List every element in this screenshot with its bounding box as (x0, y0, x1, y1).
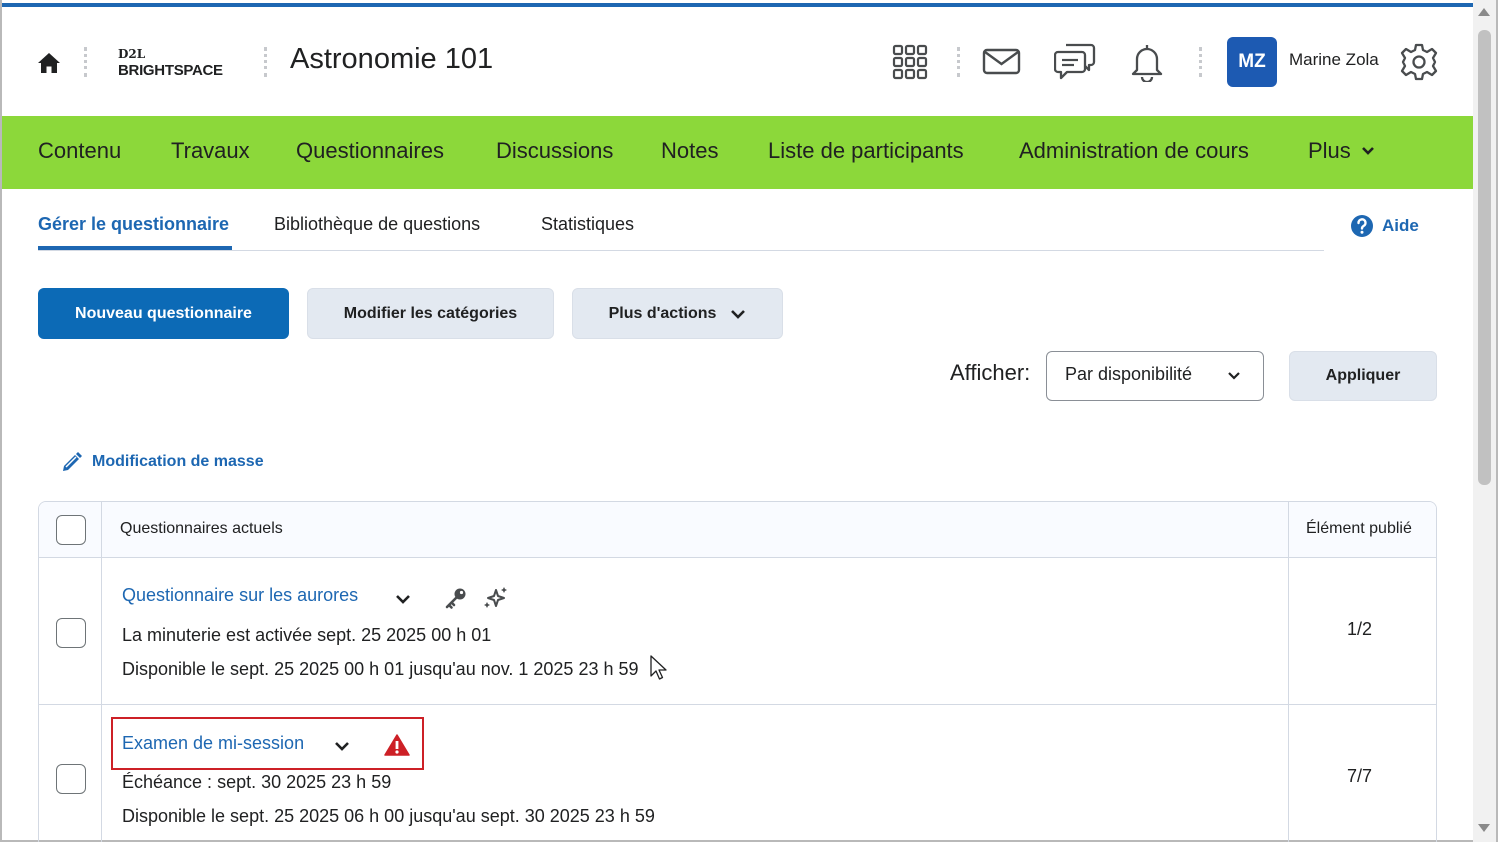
logo-d2l-text: D2L (118, 47, 146, 61)
tab-statistics[interactable]: Statistiques (541, 214, 634, 235)
help-icon (1351, 215, 1373, 237)
show-filter-label: Afficher: (950, 360, 1031, 385)
quiz-timer-text: La minuterie est activée sept. 25 2025 0… (122, 625, 492, 645)
logo-brightspace-text: BRIGHTSPACE (118, 62, 223, 79)
scroll-down-arrow[interactable] (1478, 824, 1490, 832)
select-all-checkbox[interactable] (56, 515, 86, 545)
header-separator (957, 47, 960, 77)
header-separator (84, 47, 87, 77)
nav-item-plus[interactable]: Plus (1308, 138, 1375, 164)
availability-filter-select[interactable]: Par disponibilité (1046, 351, 1264, 401)
nav-item-plus-label: Plus (1308, 138, 1351, 163)
new-quiz-button[interactable]: Nouveau questionnaire (38, 288, 289, 339)
bulk-edit-label: Modification de masse (92, 453, 264, 470)
nav-item-discussions[interactable]: Discussions (496, 138, 613, 164)
quizzes-table: Questionnaires actuels Élément publié Qu… (38, 501, 1437, 842)
header-separator (1199, 47, 1202, 77)
nav-item-notes[interactable]: Notes (661, 138, 718, 164)
chevron-down-icon (1361, 147, 1374, 155)
column-header-quizzes: Questionnaires actuels (120, 520, 283, 537)
column-divider (1288, 502, 1289, 842)
message-envelope-icon[interactable] (982, 47, 1022, 77)
home-icon[interactable] (36, 50, 62, 76)
nav-item-questionnaires[interactable]: Questionnaires (296, 138, 444, 164)
nav-item-participants[interactable]: Liste de participants (768, 138, 964, 164)
pencil-edit-icon (63, 452, 82, 471)
published-count: 1/2 (1347, 619, 1373, 639)
chevron-down-icon (1228, 372, 1240, 380)
select-value: Par disponibilité (1065, 364, 1193, 384)
table-header: Questionnaires actuels Élément publié (39, 502, 1436, 558)
course-selector-grid-icon[interactable] (892, 44, 928, 80)
settings-gear-icon[interactable] (1399, 42, 1439, 82)
quiz-availability-text: Disponible le sept. 25 2025 06 h 00 jusq… (122, 806, 655, 826)
tab-question-library[interactable]: Bibliothèque de questions (274, 214, 480, 235)
published-count: 7/7 (1347, 766, 1373, 786)
mouse-cursor-icon (650, 655, 667, 680)
edit-categories-button[interactable]: Modifier les catégories (307, 288, 554, 339)
course-navbar: Contenu Travaux Questionnaires Discussio… (2, 116, 1473, 189)
help-link[interactable]: Aide (1350, 214, 1419, 238)
user-name[interactable]: Marine Zola (1289, 50, 1379, 70)
sparkle-icon (484, 587, 507, 608)
chevron-down-icon[interactable] (334, 741, 350, 752)
brightspace-logo[interactable]: D2L BRIGHTSPACE (118, 47, 238, 83)
row-checkbox[interactable] (56, 764, 86, 794)
quiz-title-link[interactable]: Questionnaire sur les aurores (122, 585, 358, 606)
quiz-due-date-text: Échéance : sept. 30 2025 23 h 59 (122, 772, 392, 792)
course-title[interactable]: Astronomie 101 (290, 43, 493, 76)
row-checkbox[interactable] (56, 618, 86, 648)
key-icon (445, 588, 466, 609)
tabs-divider (38, 250, 1324, 251)
scrollbar-thumb[interactable] (1478, 30, 1491, 485)
nav-item-contenu[interactable]: Contenu (38, 138, 121, 164)
more-actions-button[interactable]: Plus d'actions (572, 288, 783, 339)
column-header-published: Élément publié (1306, 520, 1412, 537)
nav-item-administration[interactable]: Administration de cours (1019, 138, 1249, 164)
scroll-up-arrow[interactable] (1478, 8, 1490, 16)
bulk-edit-link[interactable]: Modification de masse (60, 450, 264, 474)
quiz-availability-text: Disponible le sept. 25 2025 00 h 01 jusq… (122, 659, 639, 679)
row-divider (39, 704, 1436, 705)
header-separator (264, 47, 267, 77)
avatar[interactable]: MZ (1227, 37, 1277, 87)
warning-icon (384, 734, 410, 756)
chevron-down-icon[interactable] (395, 594, 411, 605)
more-actions-label: Plus d'actions (608, 304, 717, 322)
notification-bell-icon[interactable] (1129, 42, 1165, 82)
tab-manage-quizzes[interactable]: Gérer le questionnaire (38, 214, 229, 235)
quiz-title-link[interactable]: Examen de mi-session (122, 733, 304, 754)
column-divider (101, 502, 102, 842)
discussion-subscriptions-icon[interactable] (1054, 42, 1096, 82)
nav-item-travaux[interactable]: Travaux (171, 138, 250, 164)
help-label: Aide (1382, 216, 1419, 235)
apply-button[interactable]: Appliquer (1289, 351, 1437, 401)
chevron-down-icon (731, 309, 746, 319)
minibar-header: D2L BRIGHTSPACE Astronomie 101 MZ Marine… (2, 7, 1473, 116)
